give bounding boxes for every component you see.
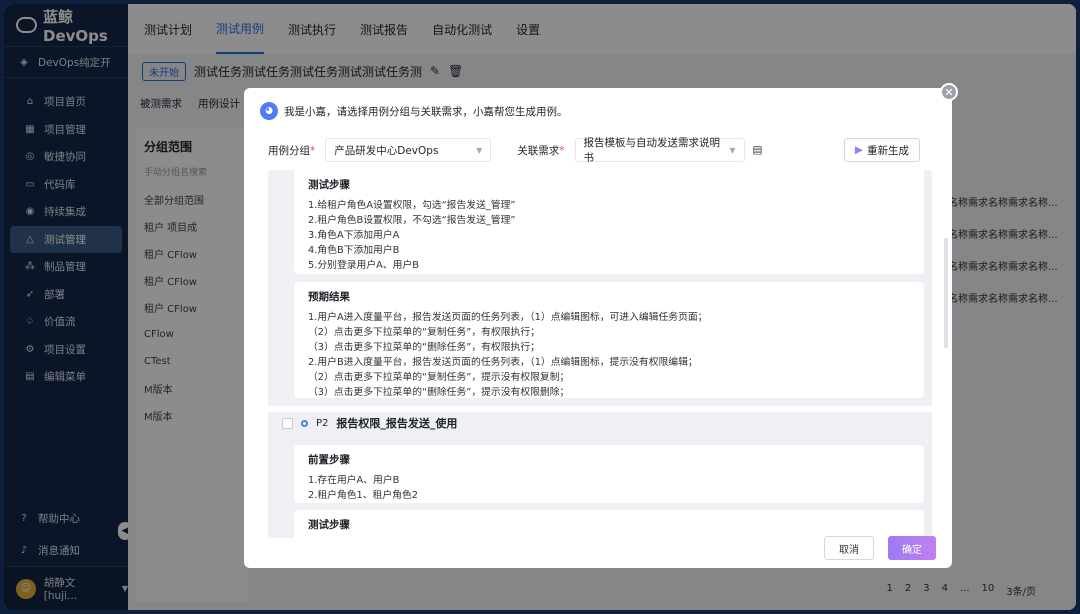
test-steps-card-2: 测试步骤: [294, 510, 924, 538]
expected-line: 2.用户B进入度量平台，报告发送页面的任务列表，（1）点编辑图标，提示没有权限编…: [308, 357, 698, 368]
confirm-button[interactable]: 确定: [888, 536, 936, 560]
chevron-down-icon: ▼: [729, 145, 736, 155]
case-group-select[interactable]: 产品研发中心DevOps ▼: [325, 138, 492, 162]
dialog-footer: 取消 确定: [824, 536, 936, 560]
pre-line: 2.租户角色1、租户角色2: [308, 490, 418, 501]
play-icon: ▶: [854, 144, 863, 156]
precondition-card: 前置步骤 1.存在用户A、用户B 2.租户角色1、租户角色2: [294, 445, 924, 503]
generator-form: 用例分组* 产品研发中心DevOps ▼ 关联需求* 报告模板与自动发送需求说明…: [268, 137, 936, 164]
step-line: 5.分别登录用户A、用户B: [308, 260, 419, 271]
step-line: 1.给租户角色A设置权限，勾选“报告发送_管理”: [308, 200, 516, 211]
pre-line: 1.存在用户A、用户B: [308, 475, 400, 486]
close-icon[interactable]: ✕: [940, 83, 958, 101]
expected-line: （2）点击更多下拉菜单的“复制任务”，提示没有权限复制；: [308, 372, 570, 383]
expected-title: 预期结果: [308, 291, 350, 303]
status-dot-icon: [301, 419, 308, 427]
ai-case-generator-dialog: ◕ 我是小嘉，请选择用例分组与关联需求，小嘉帮您生成用例。 用例分组* 产品研发…: [244, 88, 952, 568]
robot-icon: ◕: [260, 102, 278, 120]
priority-badge: P2: [316, 417, 329, 429]
chevron-down-icon: ▼: [476, 145, 483, 155]
case-divider: [268, 406, 932, 412]
regenerate-label: 重新生成: [867, 144, 909, 157]
pre-title: 前置步骤: [308, 454, 350, 466]
cancel-button[interactable]: 取消: [824, 536, 874, 560]
intro-text: 我是小嘉，请选择用例分组与关联需求，小嘉帮您生成用例。: [284, 105, 568, 118]
document-icon[interactable]: ▤: [753, 144, 763, 156]
step-line: 2.租户角色B设置权限，不勾选“报告发送_管理”: [308, 215, 516, 226]
requirement-value: 报告模板与自动发送需求说明书: [583, 137, 721, 164]
steps-title-2: 测试步骤: [308, 519, 350, 531]
steps-title: 测试步骤: [308, 179, 350, 191]
case-checkbox[interactable]: [282, 417, 293, 429]
step-line: 4.角色B下添加用户B: [308, 245, 400, 256]
expected-line: （3）点击更多下拉菜单的“删除任务”，提示没有权限删除；: [308, 387, 570, 398]
group-label: 用例分组*: [268, 144, 316, 157]
expected-line: （2）点击更多下拉菜单的“复制任务”，有权限执行；: [308, 327, 540, 338]
expected-line: （3）点击更多下拉菜单的“删除任务”，有权限执行；: [308, 342, 540, 353]
generated-cases-list[interactable]: 测试步骤 1.给租户角色A设置权限，勾选“报告发送_管理” 2.租户角色B设置权…: [268, 170, 932, 538]
assistant-intro: ◕ 我是小嘉，请选择用例分组与关联需求，小嘉帮您生成用例。: [260, 102, 568, 120]
expected-line: 1.用户A进入度量平台，报告发送页面的任务列表，（1）点编辑图标，可进入编辑任务…: [308, 312, 708, 323]
test-steps-card: 测试步骤 1.给租户角色A设置权限，勾选“报告发送_管理” 2.租户角色B设置权…: [294, 170, 924, 274]
expected-results-card: 预期结果 1.用户A进入度量平台，报告发送页面的任务列表，（1）点编辑图标，可进…: [294, 282, 924, 398]
case-title: 报告权限_报告发送_使用: [336, 417, 458, 430]
regenerate-button[interactable]: ▶ 重新生成: [843, 138, 920, 162]
case-group-value: 产品研发中心DevOps: [334, 144, 439, 157]
case-header: P2 报告权限_报告发送_使用: [282, 415, 457, 431]
requirement-label: 关联需求*: [517, 144, 565, 157]
scrollbar[interactable]: [944, 238, 948, 348]
requirement-select[interactable]: 报告模板与自动发送需求说明书 ▼: [574, 137, 745, 164]
step-line: 3.角色A下添加用户A: [308, 230, 400, 241]
